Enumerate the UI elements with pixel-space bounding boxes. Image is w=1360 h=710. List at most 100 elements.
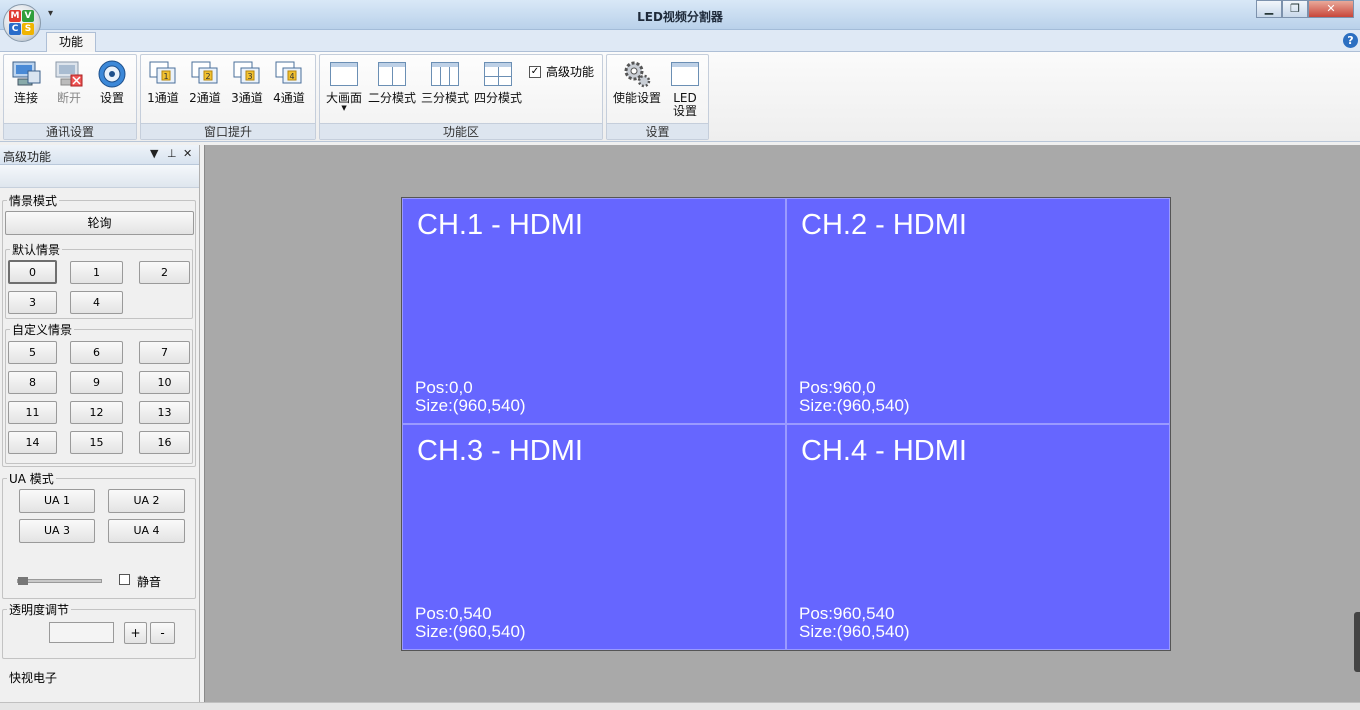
- opacity-legend: 透明度调节: [9, 603, 70, 617]
- scene-button-6[interactable]: 6: [70, 341, 123, 364]
- channel-1-pos: Pos:0,0: [415, 378, 473, 397]
- scene-button-15[interactable]: 15: [70, 431, 123, 454]
- app-logo-icon: M V C S: [9, 10, 35, 36]
- scene-button-11[interactable]: 11: [8, 401, 57, 424]
- led-window-icon: [669, 59, 701, 89]
- disconnect-button[interactable]: 断开: [53, 59, 85, 105]
- raise-channel-2-button[interactable]: 2 2通道: [189, 59, 221, 105]
- mute-label: 静音: [137, 575, 162, 589]
- connect-button[interactable]: 连接: [10, 59, 42, 105]
- panel-close-icon[interactable]: ✕: [183, 147, 192, 160]
- scene-button-1[interactable]: 1: [70, 261, 123, 284]
- scene-mode-legend: 情景模式: [9, 194, 58, 208]
- panel-strip: [0, 165, 199, 188]
- scene-button-16[interactable]: 16: [139, 431, 190, 454]
- opacity-minus-button[interactable]: -: [150, 622, 175, 644]
- channel-3-window[interactable]: CH.3 - HDMI Pos:0,540 Size:(960,540): [402, 424, 786, 650]
- raise-channel-2-label: 2通道: [189, 91, 221, 105]
- channel-3-pos: Pos:0,540: [415, 604, 492, 623]
- side-grip-handle[interactable]: [1354, 612, 1360, 672]
- channel-2-pos: Pos:960,0: [799, 378, 876, 397]
- big-picture-icon: [328, 59, 360, 89]
- group-comm-settings: 连接 断开 设置 通讯设置: [3, 54, 137, 140]
- two-split-button[interactable]: 二分模式: [368, 59, 416, 105]
- three-split-icon: [429, 59, 461, 89]
- advanced-function-label: 高级功能: [546, 65, 595, 79]
- channel-2-icon: 2: [189, 59, 221, 89]
- mute-checkbox[interactable]: [119, 574, 130, 585]
- channel-1-window[interactable]: CH.1 - HDMI Pos:0,0 Size:(960,540): [402, 198, 786, 424]
- led-screen-layout: CH.1 - HDMI Pos:0,0 Size:(960,540) CH.2 …: [401, 197, 1171, 651]
- minimize-button[interactable]: ▁: [1256, 0, 1282, 18]
- group-window-raise-label: 窗口提升: [141, 123, 315, 139]
- panel-pin-icon[interactable]: ⊥: [167, 147, 177, 160]
- poll-button[interactable]: 轮询: [5, 211, 194, 235]
- disconnect-label: 断开: [56, 91, 81, 105]
- channel-3-size: Size:(960,540): [415, 622, 526, 641]
- three-split-label: 三分模式: [421, 91, 470, 105]
- scene-button-4[interactable]: 4: [70, 291, 123, 314]
- channel-3-name: CH.3 - HDMI: [417, 435, 583, 467]
- scene-button-10[interactable]: 10: [139, 371, 190, 394]
- four-split-button[interactable]: 四分模式: [474, 59, 522, 105]
- svg-text:1: 1: [163, 72, 168, 81]
- scene-button-14[interactable]: 14: [8, 431, 57, 454]
- scene-button-2[interactable]: 2: [139, 261, 190, 284]
- svg-text:2: 2: [205, 72, 210, 81]
- enable-settings-button[interactable]: 使能设置: [613, 59, 661, 105]
- help-icon[interactable]: ?: [1343, 33, 1358, 48]
- channel-1-name: CH.1 - HDMI: [417, 209, 583, 241]
- opacity-plus-button[interactable]: +: [124, 622, 147, 644]
- comm-settings-button[interactable]: 设置: [96, 59, 128, 105]
- ua-1-button[interactable]: UA 1: [19, 489, 95, 513]
- channel-4-window[interactable]: CH.4 - HDMI Pos:960,540 Size:(960,540): [786, 424, 1170, 650]
- scene-button-3[interactable]: 3: [8, 291, 57, 314]
- raise-channel-3-button[interactable]: 3 3通道: [231, 59, 263, 105]
- two-split-label: 二分模式: [368, 91, 417, 105]
- led-settings-button[interactable]: LED 设置: [669, 59, 701, 118]
- default-scene-legend: 默认情景: [12, 243, 61, 257]
- comm-settings-label: 设置: [99, 91, 124, 105]
- ribbon: 连接 断开 设置 通讯设置 1 1通道 2 2通道 3 3通道 4 4通道 窗口…: [0, 52, 1360, 142]
- ua-mode-legend: UA 模式: [9, 472, 54, 486]
- ribbon-tab-row: 功能 ?: [0, 30, 1360, 53]
- big-picture-button[interactable]: 大画面 ▼: [326, 59, 362, 112]
- group-function-area-label: 功能区: [320, 123, 602, 139]
- channel-2-size: Size:(960,540): [799, 396, 910, 415]
- scene-button-12[interactable]: 12: [70, 401, 123, 424]
- scene-button-0[interactable]: 0: [8, 260, 57, 284]
- raise-channel-1-label: 1通道: [147, 91, 179, 105]
- opacity-input[interactable]: [49, 622, 114, 643]
- custom-scene-legend: 自定义情景: [12, 323, 73, 337]
- status-bar: [0, 702, 1360, 710]
- channel-2-name: CH.2 - HDMI: [801, 209, 967, 241]
- volume-slider-thumb[interactable]: [18, 577, 28, 585]
- disconnect-icon: [53, 59, 85, 89]
- application-menu-button[interactable]: M V C S: [3, 4, 41, 42]
- svg-text:3: 3: [247, 72, 252, 81]
- ua-2-button[interactable]: UA 2: [108, 489, 185, 513]
- scene-button-7[interactable]: 7: [139, 341, 190, 364]
- scene-button-8[interactable]: 8: [8, 371, 57, 394]
- big-picture-dropdown-icon[interactable]: ▼: [341, 105, 346, 112]
- ua-4-button[interactable]: UA 4: [108, 519, 185, 543]
- panel-dropdown-icon[interactable]: ▼: [150, 147, 158, 160]
- volume-slider[interactable]: [17, 579, 102, 583]
- ua-3-button[interactable]: UA 3: [19, 519, 95, 543]
- connect-icon: [10, 59, 42, 89]
- close-button[interactable]: ✕: [1308, 0, 1354, 18]
- channel-4-icon: 4: [273, 59, 305, 89]
- scene-button-5[interactable]: 5: [8, 341, 57, 364]
- tab-function[interactable]: 功能: [46, 32, 97, 53]
- raise-channel-1-button[interactable]: 1 1通道: [147, 59, 179, 105]
- advanced-checkbox-box[interactable]: ✓: [529, 65, 541, 78]
- channel-2-window[interactable]: CH.2 - HDMI Pos:960,0 Size:(960,540): [786, 198, 1170, 424]
- window-title: LED视频分割器: [637, 10, 723, 24]
- raise-channel-4-button[interactable]: 4 4通道: [273, 59, 305, 105]
- scene-button-13[interactable]: 13: [139, 401, 190, 424]
- advanced-function-checkbox[interactable]: ✓ 高级功能: [529, 63, 594, 80]
- scene-button-9[interactable]: 9: [70, 371, 123, 394]
- enable-settings-label: 使能设置: [613, 91, 662, 105]
- three-split-button[interactable]: 三分模式: [421, 59, 469, 105]
- maximize-button[interactable]: ❐: [1282, 0, 1308, 18]
